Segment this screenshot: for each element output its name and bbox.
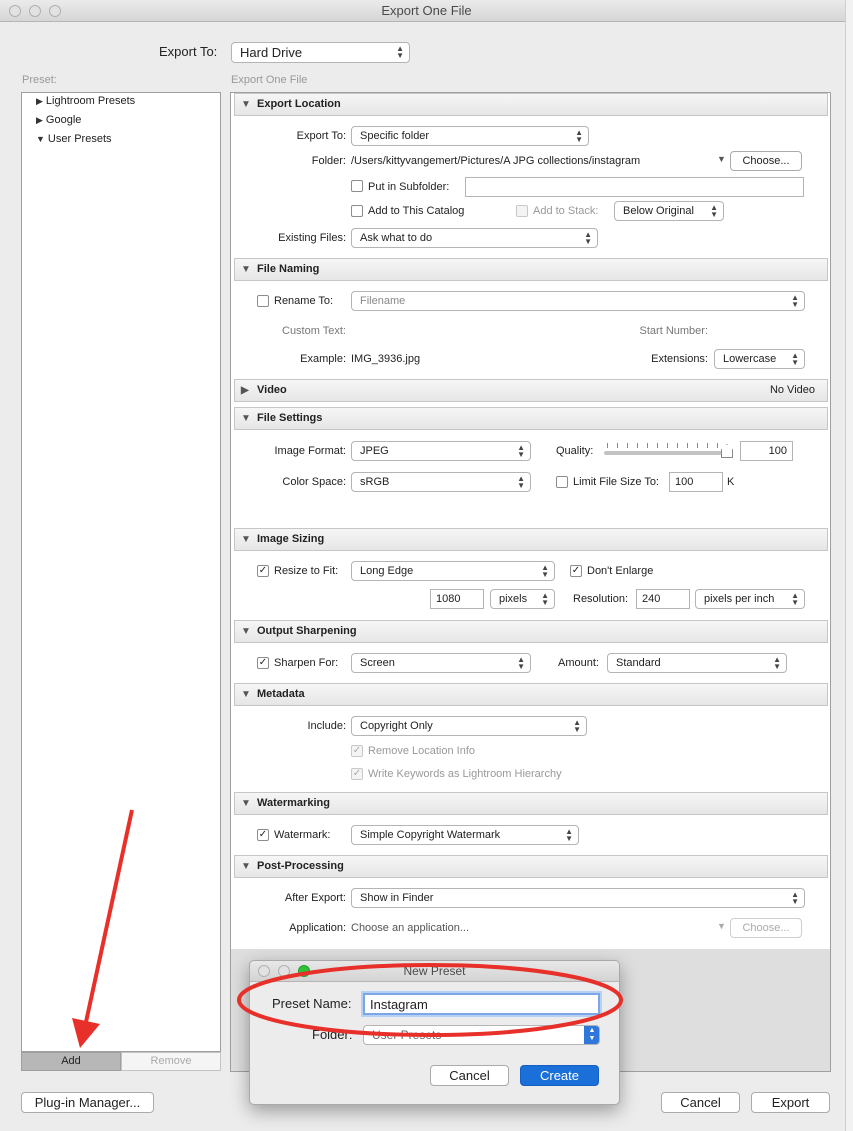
annotation-layer (72, 809, 623, 1048)
annotation-arrow-head (72, 1018, 100, 1048)
annotation-ellipse (237, 963, 623, 1037)
annotation-arrow-line (84, 809, 134, 1023)
